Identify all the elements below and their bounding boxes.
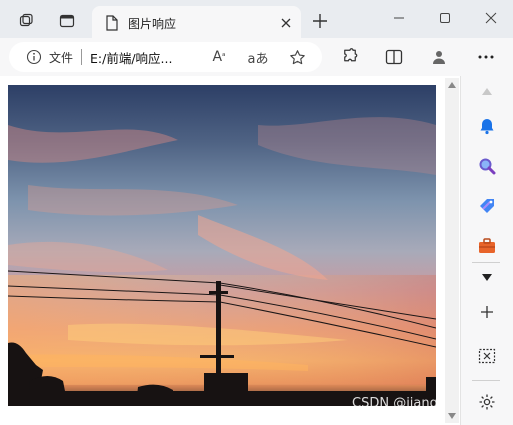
profile-icon[interactable] <box>428 46 450 68</box>
scroll-down-icon[interactable] <box>445 411 459 421</box>
sidebar-divider <box>472 262 500 263</box>
minimize-icon[interactable] <box>388 8 410 28</box>
settings-icon[interactable] <box>470 389 504 415</box>
sunset-photo <box>8 85 436 406</box>
bell-icon[interactable] <box>470 113 504 139</box>
sidebar-scroll-up-icon[interactable] <box>470 78 504 104</box>
site-info-label[interactable]: 文件 <box>49 49 73 66</box>
url-text[interactable]: E:/前端/响应... <box>90 48 172 67</box>
more-icon[interactable] <box>475 46 497 68</box>
sidebar-divider-bottom <box>472 380 500 381</box>
dropdown-icon[interactable] <box>470 264 504 290</box>
favorite-star-icon[interactable] <box>287 47 307 67</box>
close-tab-icon[interactable] <box>277 14 295 32</box>
workspaces-icon[interactable] <box>14 9 38 33</box>
tab-actions-icon[interactable] <box>55 9 79 33</box>
tag-icon[interactable] <box>470 193 504 219</box>
vertical-scrollbar[interactable] <box>445 78 459 423</box>
page-icon <box>104 15 120 31</box>
screenshot-icon[interactable] <box>470 343 504 369</box>
close-window-icon[interactable] <box>480 8 502 28</box>
active-tab[interactable]: 图片响应 <box>92 6 301 40</box>
add-icon[interactable] <box>470 299 504 325</box>
search-icon[interactable] <box>470 153 504 179</box>
extensions-puzzle-icon[interactable] <box>339 46 361 68</box>
info-icon[interactable] <box>25 48 43 66</box>
address-bar[interactable]: 文件 E:/前端/响应... Aᵃ aあ <box>9 42 322 72</box>
translate-icon[interactable]: aあ <box>247 48 269 67</box>
split-screen-icon[interactable] <box>383 46 405 68</box>
toolbox-icon[interactable] <box>470 233 504 259</box>
read-aloud-icon[interactable]: Aᵃ <box>209 48 229 66</box>
scroll-up-icon[interactable] <box>445 80 459 90</box>
address-divider <box>81 49 83 65</box>
tab-title: 图片响应 <box>128 16 177 31</box>
maximize-icon[interactable] <box>434 8 456 28</box>
new-tab-plus-icon[interactable] <box>309 10 331 32</box>
